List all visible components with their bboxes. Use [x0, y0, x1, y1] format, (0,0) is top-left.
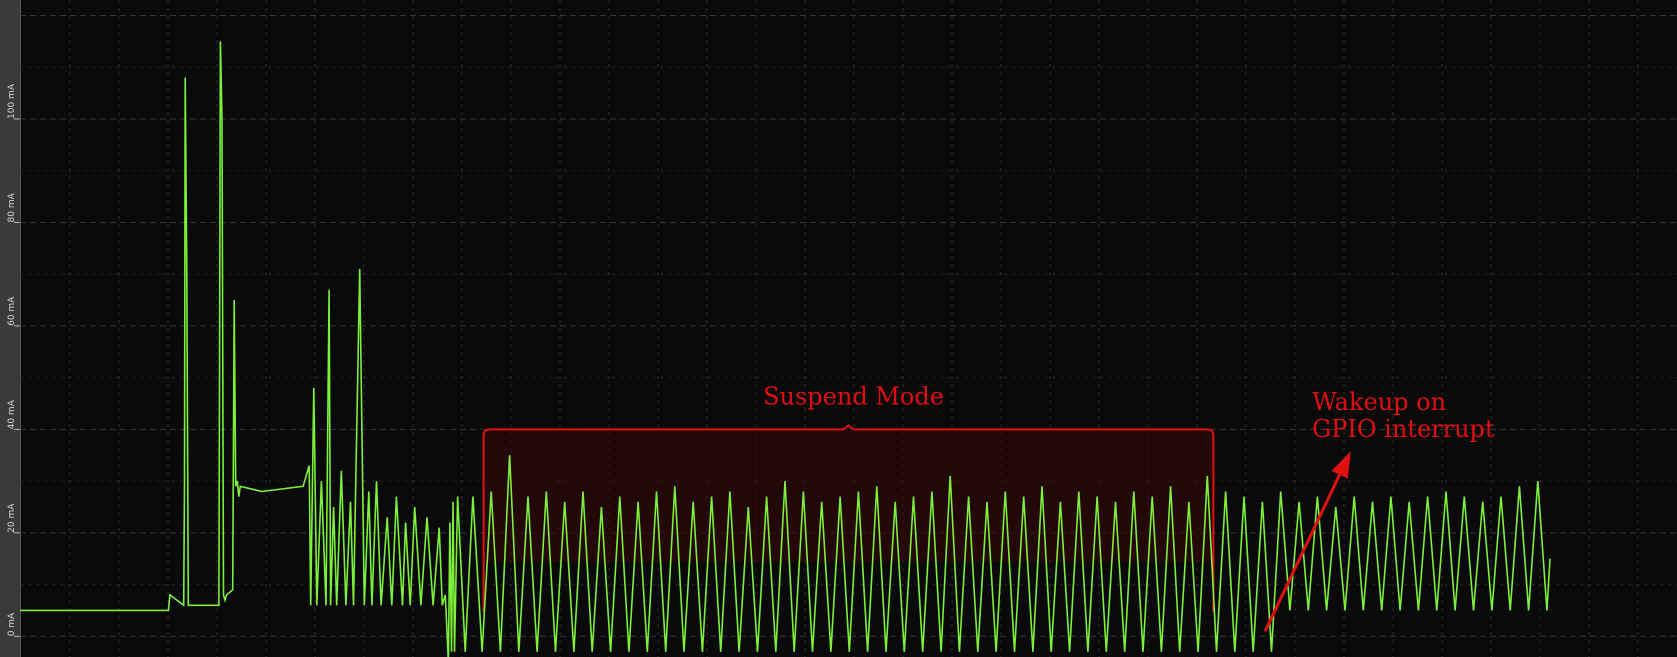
- suspend-mode-label: Suspend Mode: [763, 382, 944, 410]
- suspend-mode-bracket: [482, 424, 1215, 612]
- y-axis-ticks: 0 mA 20 mA 40 mA 60 mA 80 mA 100 mA: [7, 83, 20, 637]
- y-tick-label: 40 mA: [7, 399, 17, 429]
- series-layer: [20, 41, 1551, 657]
- y-tick-label: 20 mA: [7, 503, 17, 533]
- wakeup-arrowhead: [1331, 451, 1351, 479]
- y-tick-label: 60 mA: [7, 296, 17, 326]
- wakeup-label-line2: GPIO interrupt: [1312, 415, 1495, 443]
- y-tick-label: 0 mA: [7, 612, 17, 636]
- wakeup-label-line1: Wakeup on: [1312, 388, 1446, 416]
- series-line: [20, 41, 1551, 657]
- y-tick-label: 100 mA: [7, 83, 17, 119]
- suspend-mode-region: [483, 429, 1214, 562]
- y-tick-label: 80 mA: [7, 192, 17, 222]
- current-trace-chart: 0 mA 20 mA 40 mA 60 mA 80 mA 100 mA Suspend M…: [7, 0, 1677, 657]
